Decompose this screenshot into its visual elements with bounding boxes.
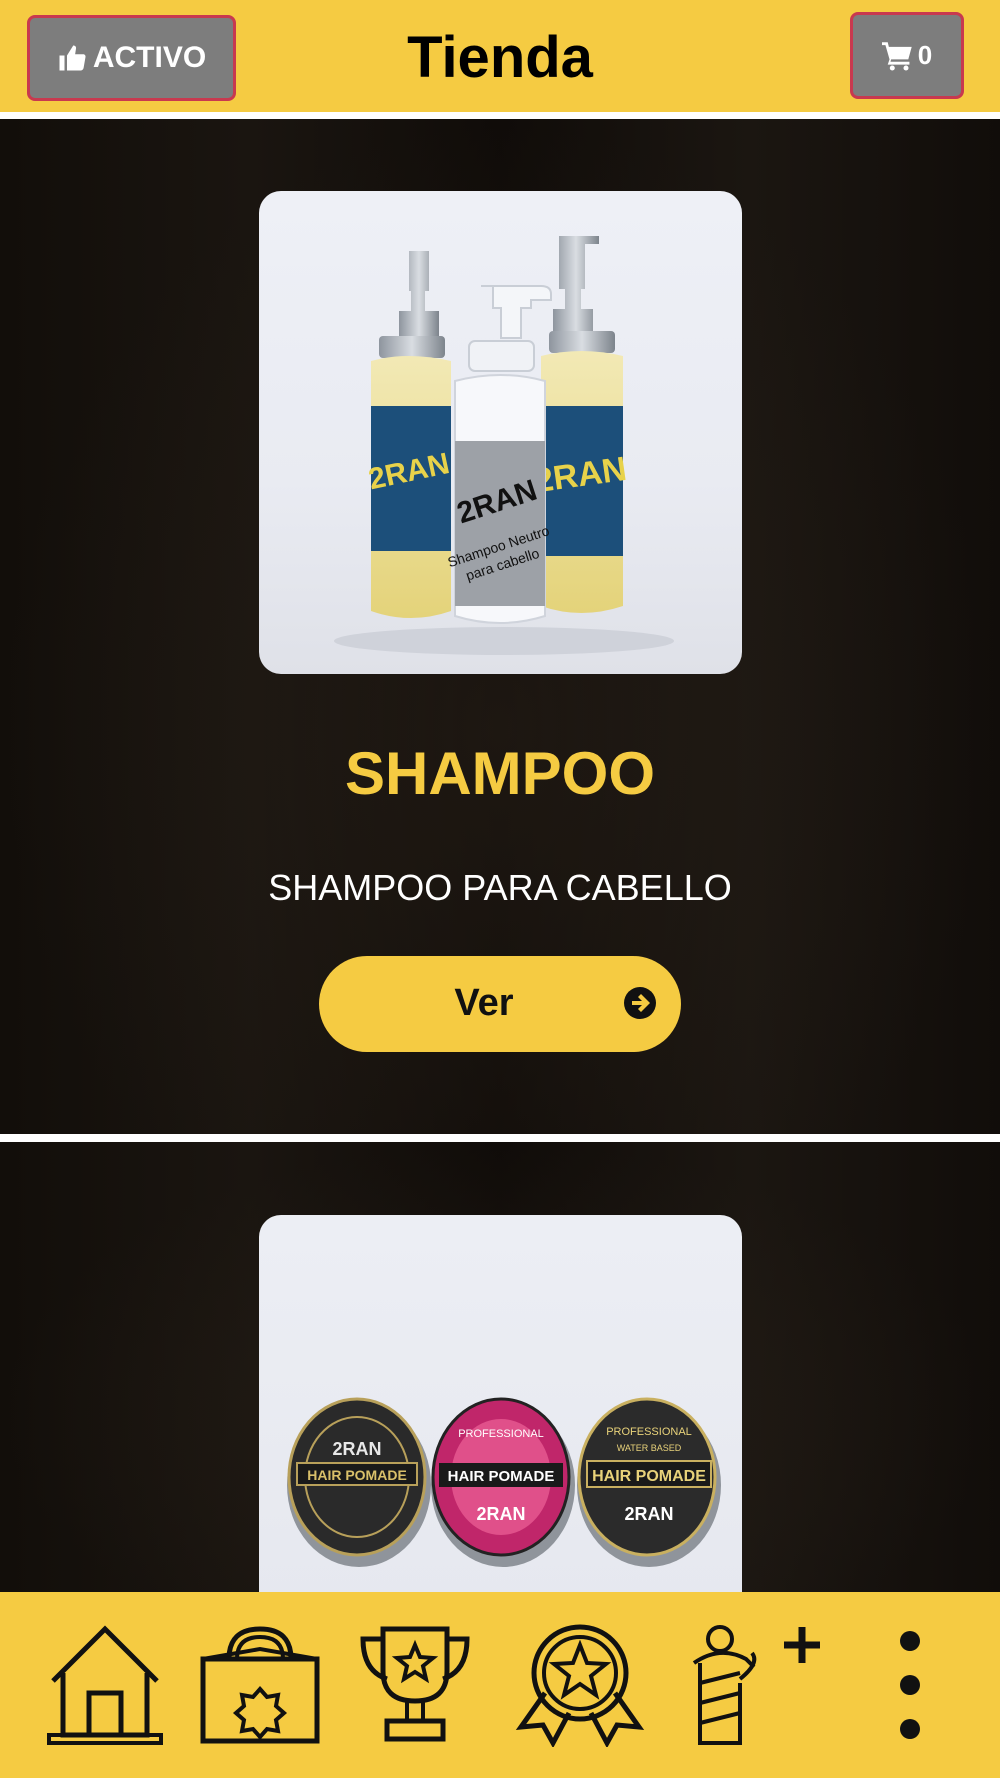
- trophy-icon: [360, 1626, 470, 1742]
- svg-text:2RAN: 2RAN: [332, 1439, 381, 1459]
- nav-add-barber[interactable]: [680, 1592, 830, 1778]
- home-icon: [47, 1625, 163, 1745]
- nav-more[interactable]: [870, 1592, 950, 1778]
- view-product-button[interactable]: Ver: [319, 956, 681, 1052]
- header-divider: [0, 112, 1000, 119]
- svg-text:PROFESSIONAL: PROFESSIONAL: [458, 1428, 544, 1440]
- status-label: ACTIVO: [92, 41, 207, 74]
- svg-text:WATER BASED: WATER BASED: [617, 1443, 682, 1453]
- nav-home[interactable]: [40, 1592, 170, 1778]
- shop-bag-icon: [200, 1626, 320, 1744]
- product-card: HAIR POMADE 2RAN HAIR POMADE PROFESSIONA…: [0, 1142, 1000, 1592]
- nav-trophy[interactable]: [350, 1592, 480, 1778]
- award-badge-icon: [515, 1624, 645, 1747]
- app-header: ACTIVO Tienda 0: [0, 0, 1000, 112]
- product-title: SHAMPOO: [344, 740, 656, 807]
- barber-add-icon: [692, 1625, 820, 1745]
- svg-text:HAIR POMADE: HAIR POMADE: [592, 1468, 706, 1485]
- product-card: 2RAN 2RAN 2RAN Shampoo Neutro para cabel…: [0, 119, 1000, 1134]
- section-divider: [0, 1134, 1000, 1142]
- svg-text:2RAN: 2RAN: [476, 1504, 525, 1524]
- thumbs-up-icon: [59, 45, 86, 71]
- more-vertical-icon: [900, 1631, 920, 1739]
- view-button-label: Ver: [454, 982, 514, 1024]
- shampoo-bottles-illustration: 2RAN 2RAN 2RAN Shampoo Neutro para cabel…: [334, 236, 674, 655]
- product-image[interactable]: 2RAN 2RAN 2RAN Shampoo Neutro para cabel…: [259, 191, 742, 674]
- cart-button[interactable]: 0: [850, 12, 964, 99]
- status-button[interactable]: ACTIVO: [27, 15, 236, 101]
- svg-text:HAIR POMADE: HAIR POMADE: [307, 1467, 407, 1483]
- nav-shop[interactable]: [190, 1592, 330, 1778]
- arrow-circle-right-icon: [624, 987, 656, 1019]
- product-image[interactable]: HAIR POMADE 2RAN HAIR POMADE PROFESSIONA…: [259, 1215, 742, 1592]
- svg-text:PROFESSIONAL: PROFESSIONAL: [606, 1426, 692, 1438]
- svg-text:2RAN: 2RAN: [624, 1504, 673, 1524]
- cart-icon: [881, 41, 912, 71]
- svg-text:HAIR POMADE: HAIR POMADE: [448, 1468, 555, 1485]
- product-description: SHAMPOO PARA CABELLO: [268, 867, 732, 908]
- page-title: Tienda: [407, 25, 593, 90]
- hair-pomade-illustration: HAIR POMADE 2RAN HAIR POMADE PROFESSIONA…: [287, 1397, 721, 1567]
- cart-count: 0: [917, 40, 933, 70]
- nav-awards[interactable]: [510, 1592, 650, 1778]
- bottom-nav: [0, 1592, 1000, 1778]
